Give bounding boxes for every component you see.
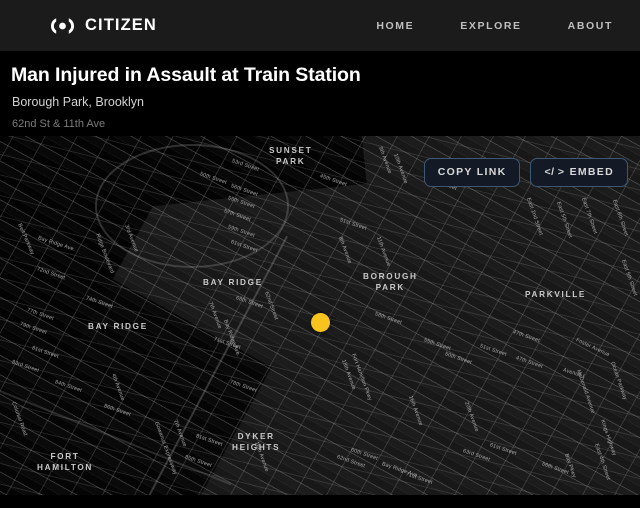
map-canvas[interactable]: Belt Parkway Bay Ridge Ave. Ridge Boulevar… [0, 136, 640, 495]
logo-text: CITIZEN [85, 16, 157, 34]
incident-cross-street: 62nd St & 11th Ave [12, 118, 106, 131]
main-nav: HOME EXPLORE ABOUT [376, 0, 613, 51]
nav-item-home[interactable]: HOME [376, 20, 414, 32]
nav-item-about[interactable]: ABOUT [568, 20, 613, 32]
incident-location: Borough Park, Brooklyn [12, 95, 145, 110]
incident-header: Man Injured in Assault at Train Station … [0, 51, 640, 136]
nav-item-explore[interactable]: EXPLORE [460, 20, 521, 32]
map-container[interactable]: Belt Parkway Bay Ridge Ave. Ridge Boulevar… [0, 136, 640, 495]
code-brackets-icon: </ > [544, 166, 565, 178]
map-action-buttons: COPY LINK </ > EMBED [423, 158, 628, 187]
page-footer-strip [0, 495, 640, 508]
copy-link-button[interactable]: COPY LINK [423, 158, 521, 187]
citizen-logo[interactable]: CITIZEN [47, 16, 157, 35]
page-title: Man Injured in Assault at Train Station [11, 64, 361, 86]
embed-button[interactable]: </ > EMBED [530, 158, 628, 187]
map-parkway-curve [95, 144, 289, 268]
embed-label: EMBED [569, 166, 614, 178]
incident-marker[interactable] [311, 313, 330, 332]
site-header: CITIZEN HOME EXPLORE ABOUT [0, 0, 640, 51]
copy-link-label: COPY LINK [437, 166, 507, 178]
citizen-dot-logo-icon [47, 17, 78, 35]
